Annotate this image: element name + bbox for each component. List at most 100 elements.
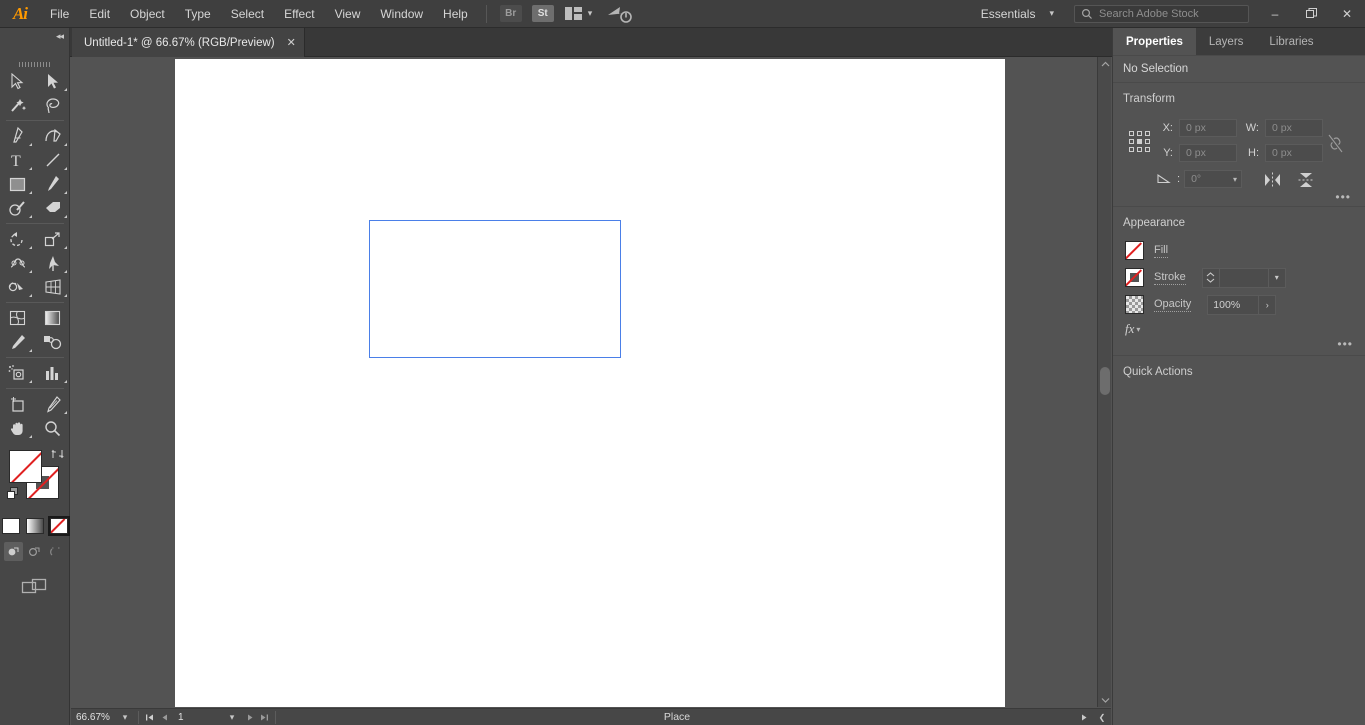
appearance-opacity-swatch[interactable] [1125, 295, 1144, 314]
pen-tool[interactable] [0, 124, 35, 148]
scale-tool[interactable] [35, 227, 70, 251]
menu-view[interactable]: View [325, 0, 371, 28]
document-page[interactable] [175, 59, 1005, 707]
fill-swatch[interactable] [9, 450, 42, 483]
window-restore-button[interactable] [1293, 0, 1329, 27]
next-artboard-button[interactable] [242, 713, 257, 722]
swap-fill-stroke-icon[interactable] [51, 447, 65, 461]
curvature-tool[interactable] [35, 124, 70, 148]
transform-y-input[interactable]: 0 px [1179, 144, 1237, 162]
status-back-icon[interactable]: ❮ [1093, 713, 1111, 722]
effects-row[interactable]: fx ▾ [1113, 318, 1365, 340]
artboard[interactable] [369, 220, 621, 358]
appearance-opacity-label[interactable]: Opacity [1154, 298, 1191, 312]
scroll-down-arrow-icon[interactable] [1098, 693, 1112, 707]
vertical-scroll-thumb[interactable] [1100, 367, 1110, 395]
change-screen-mode-icon[interactable] [0, 577, 69, 597]
shaper-tool[interactable] [0, 196, 35, 220]
opacity-value[interactable]: 100% [1208, 296, 1258, 314]
selection-tool[interactable] [0, 69, 35, 93]
appearance-stroke-swatch[interactable] [1125, 268, 1144, 287]
transform-more-options[interactable]: ••• [1335, 190, 1351, 204]
magic-wand-tool[interactable] [0, 93, 35, 117]
draw-behind-icon[interactable] [25, 542, 44, 561]
first-artboard-button[interactable] [142, 713, 157, 722]
symbol-sprayer-tool[interactable] [0, 361, 35, 385]
flip-horizontal-icon[interactable] [1261, 170, 1283, 190]
toolbar-collapse-button[interactable]: ◂◂ [0, 28, 70, 57]
reference-point-grid-icon[interactable] [1129, 131, 1151, 153]
transform-h-input[interactable]: 0 px [1265, 144, 1323, 162]
slice-tool[interactable] [35, 392, 70, 416]
scroll-up-arrow-icon[interactable] [1098, 57, 1112, 71]
menu-effect[interactable]: Effect [274, 0, 324, 28]
none-mode[interactable] [50, 518, 68, 534]
menu-type[interactable]: Type [175, 0, 221, 28]
appearance-more-options[interactable]: ••• [1337, 337, 1353, 351]
direct-selection-tool[interactable] [35, 69, 70, 93]
color-mode[interactable] [2, 518, 20, 534]
line-segment-tool[interactable] [35, 148, 70, 172]
tab-properties[interactable]: Properties [1113, 28, 1196, 55]
gradient-mode[interactable] [26, 518, 44, 534]
appearance-fill-swatch[interactable] [1125, 241, 1144, 260]
perspective-grid-tool[interactable] [35, 275, 70, 299]
chevron-down-icon[interactable]: ▾ [115, 712, 135, 723]
hand-tool[interactable] [0, 416, 35, 440]
width-tool[interactable] [0, 251, 35, 275]
opacity-control[interactable]: 100% › [1207, 295, 1276, 315]
zoom-tool[interactable] [35, 416, 70, 440]
appearance-fill-label[interactable]: Fill [1154, 244, 1168, 258]
chevron-down-icon[interactable]: ▾ [1268, 269, 1285, 287]
shape-builder-tool[interactable] [0, 275, 35, 299]
draw-inside-icon[interactable] [46, 542, 65, 561]
appearance-stroke-label[interactable]: Stroke [1154, 271, 1186, 285]
transform-angle-select[interactable]: 0° ▾ [1184, 170, 1242, 188]
gradient-tool[interactable] [35, 306, 70, 330]
flip-vertical-icon[interactable] [1295, 170, 1317, 190]
type-tool[interactable]: T [0, 148, 35, 172]
paintbrush-tool[interactable] [35, 172, 70, 196]
stroke-weight-control[interactable]: ▾ [1202, 268, 1286, 288]
transform-w-input[interactable]: 0 px [1265, 119, 1323, 137]
stroke-weight-stepper[interactable] [1203, 269, 1220, 287]
mesh-tool[interactable] [0, 306, 35, 330]
eraser-tool[interactable] [35, 196, 70, 220]
toolbar-drag-handle[interactable] [0, 57, 69, 69]
menu-select[interactable]: Select [221, 0, 274, 28]
arrange-documents-icon[interactable]: ▾ [565, 7, 593, 20]
draw-normal-icon[interactable] [4, 542, 23, 561]
status-play-icon[interactable] [1075, 713, 1093, 722]
menu-help[interactable]: Help [433, 0, 478, 28]
menu-file[interactable]: File [40, 0, 79, 28]
last-artboard-button[interactable] [257, 713, 272, 722]
transform-x-input[interactable]: 0 px [1179, 119, 1237, 137]
menu-object[interactable]: Object [120, 0, 175, 28]
tab-libraries[interactable]: Libraries [1256, 28, 1326, 55]
stroke-weight-input[interactable] [1220, 269, 1268, 287]
opacity-options-arrow[interactable]: › [1258, 296, 1275, 314]
artboard-number-value[interactable]: 1 [172, 712, 222, 723]
free-transform-tool[interactable] [35, 251, 70, 275]
stock-icon[interactable]: St [532, 5, 554, 22]
window-minimize-button[interactable]: – [1257, 0, 1293, 27]
workspace-switcher[interactable]: Essentials ▾ [969, 0, 1066, 28]
menu-window[interactable]: Window [370, 0, 433, 28]
menu-edit[interactable]: Edit [79, 0, 120, 28]
rotate-tool[interactable] [0, 227, 35, 251]
canvas-vertical-scrollbar[interactable] [1097, 57, 1111, 707]
zoom-level-control[interactable]: 66.67% ▾ [71, 709, 135, 725]
column-graph-tool[interactable] [35, 361, 70, 385]
eyedropper-tool[interactable] [0, 330, 35, 354]
close-icon[interactable]: ✕ [287, 36, 296, 49]
rectangle-tool[interactable] [0, 172, 35, 196]
zoom-level-value[interactable]: 66.67% [71, 712, 115, 723]
blend-tool[interactable] [35, 330, 70, 354]
tab-layers[interactable]: Layers [1196, 28, 1257, 55]
lasso-tool[interactable] [35, 93, 70, 117]
previous-artboard-button[interactable] [157, 713, 172, 722]
constrain-proportions-icon[interactable] [1328, 133, 1344, 153]
stock-search-input[interactable]: Search Adobe Stock [1074, 5, 1249, 23]
chevron-down-icon[interactable]: ▾ [222, 712, 242, 723]
cloud-sync-icon[interactable] [606, 4, 632, 24]
